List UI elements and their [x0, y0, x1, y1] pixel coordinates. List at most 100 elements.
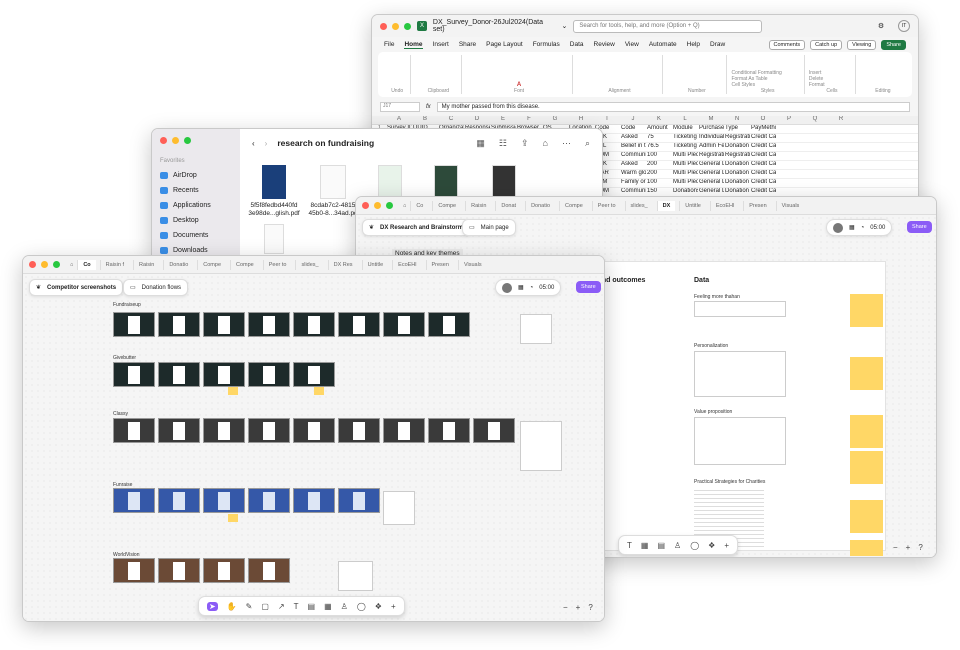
menu-insert[interactable]: Insert [433, 41, 449, 48]
add-icon[interactable]: + [391, 602, 396, 611]
table-cell[interactable]: Credit Card [750, 188, 776, 196]
close-button[interactable] [362, 202, 369, 209]
table-cell[interactable]: 200 [646, 161, 672, 169]
maximize-button[interactable] [404, 22, 411, 30]
menu-share[interactable]: Share [459, 41, 476, 48]
column-header[interactable]: I [594, 116, 620, 124]
screenshot-thumbnail[interactable] [113, 418, 155, 443]
minimize-button[interactable] [41, 261, 48, 268]
table-cell[interactable]: Donation [724, 170, 750, 178]
table-cell[interactable]: Asked [620, 161, 646, 169]
tab[interactable]: Visuals [775, 200, 805, 211]
column-header[interactable]: O [750, 116, 776, 124]
close-button[interactable] [160, 137, 167, 144]
screenshot-thumbnail[interactable] [293, 418, 335, 443]
tab[interactable]: Untitle [361, 259, 389, 270]
table-cell[interactable]: Credit Card [750, 143, 776, 151]
screenshot-thumbnail[interactable] [293, 312, 335, 337]
screenshot-thumbnail[interactable] [203, 362, 245, 387]
tab[interactable]: Donat [495, 200, 521, 211]
sticky-note[interactable] [228, 514, 238, 522]
zoom-out-icon[interactable]: − [563, 603, 568, 612]
hand-icon[interactable]: ✋ [227, 602, 237, 611]
sidebar-item-airdrop[interactable]: AirDrop [160, 168, 232, 183]
sticky-note[interactable] [228, 387, 238, 395]
minimize-button[interactable] [392, 22, 399, 30]
document-thumbnail[interactable] [383, 491, 415, 525]
close-button[interactable] [380, 22, 387, 30]
screenshot-thumbnail[interactable] [113, 362, 155, 387]
tab[interactable]: slides_ [295, 259, 323, 270]
table-cell[interactable]: Donation [724, 179, 750, 187]
ribbon-group-clipboard[interactable]: Clipboard [415, 55, 463, 94]
tab[interactable]: Peer to [591, 200, 621, 211]
screenshot-thumbnail[interactable] [248, 418, 290, 443]
tab[interactable]: Compe [197, 259, 226, 270]
sticky-note[interactable] [850, 540, 883, 556]
section-icon[interactable]: ▤ [308, 602, 316, 611]
table-cell[interactable]: Registratic [724, 134, 750, 142]
zoom-out-icon[interactable]: − [893, 543, 898, 552]
table-cell[interactable]: General D [698, 170, 724, 178]
ribbon-group-styles[interactable]: Conditional Formatting Format As Table C… [731, 55, 805, 94]
back-icon[interactable]: ‹ [252, 139, 255, 148]
table-icon[interactable]: ▦ [324, 602, 332, 611]
menu-automate[interactable]: Automate [649, 41, 677, 48]
home-icon[interactable]: ⌂ [70, 262, 73, 268]
connector-icon[interactable]: ↗ [278, 602, 285, 611]
screenshot-thumbnail[interactable] [158, 362, 200, 387]
table-cell[interactable]: Asked [620, 134, 646, 142]
tab-active[interactable]: Co [77, 259, 96, 270]
tab[interactable]: Peer to [262, 259, 292, 270]
screenshot-thumbnail[interactable] [293, 488, 335, 513]
table-cell[interactable]: Ticketing [672, 143, 698, 151]
format-cells[interactable]: Format [809, 82, 825, 88]
column-header[interactable]: D [464, 116, 490, 124]
screenshot-thumbnail[interactable] [248, 488, 290, 513]
tab-active[interactable]: DX [656, 200, 676, 211]
gear-icon[interactable]: ⚙ [878, 22, 884, 30]
search-icon[interactable]: ⌕ [585, 138, 590, 149]
help-icon[interactable]: ? [918, 543, 922, 552]
ribbon-group-number[interactable]: Number [667, 55, 728, 94]
tab[interactable]: Donatio [525, 200, 555, 211]
layout-icon[interactable]: ▦ [518, 284, 524, 291]
document-thumbnail[interactable] [520, 314, 552, 344]
file-thumbnail[interactable] [264, 224, 284, 254]
share-button[interactable]: Share [576, 281, 601, 293]
menu-draw[interactable]: Draw [710, 41, 725, 48]
timer-icon[interactable]: ◔ [861, 225, 865, 231]
column-header[interactable]: G [542, 116, 568, 124]
page-switcher[interactable]: ▭ Donation flows [123, 279, 189, 296]
grid-view-icon[interactable]: ▦ [476, 138, 485, 149]
maximize-button[interactable] [53, 261, 60, 268]
file-menu-pill[interactable]: ❦ Competitor screenshots [29, 279, 124, 296]
menu-home[interactable]: Home [404, 41, 423, 49]
screenshot-thumbnail[interactable] [113, 558, 155, 583]
screenshot-thumbnail[interactable] [428, 312, 470, 337]
sidebar-item-documents[interactable]: Documents [160, 228, 232, 243]
table-cell[interactable]: Donation [724, 143, 750, 151]
table-cell[interactable]: Credit Card [750, 152, 776, 160]
table-cell[interactable]: Code [620, 125, 646, 133]
table-cell[interactable]: 100 [646, 179, 672, 187]
minimize-button[interactable] [374, 202, 381, 209]
sticky-note[interactable] [850, 451, 883, 484]
avatar[interactable] [833, 222, 843, 233]
table-cell[interactable]: Multi Pled [672, 170, 698, 178]
column-header[interactable]: E [490, 116, 516, 124]
tab[interactable]: slides_ [624, 200, 653, 211]
close-button[interactable] [29, 261, 36, 268]
column-header[interactable]: P [776, 116, 802, 124]
table-cell[interactable]: Credit Card [750, 161, 776, 169]
more-icon[interactable]: ⋯ [562, 138, 571, 149]
table-cell[interactable]: Donation [724, 188, 750, 196]
minimize-button[interactable] [172, 137, 179, 144]
ribbon-group-font[interactable]: A Font [466, 55, 573, 94]
shape-icon[interactable]: ▢ [261, 602, 269, 611]
timer[interactable]: 05:00 [539, 285, 554, 291]
comment-icon[interactable]: ◯ [690, 541, 699, 550]
sticky-note[interactable] [850, 294, 883, 327]
table-cell[interactable]: Credit Card [750, 170, 776, 178]
file-thumbnail[interactable] [262, 165, 286, 199]
